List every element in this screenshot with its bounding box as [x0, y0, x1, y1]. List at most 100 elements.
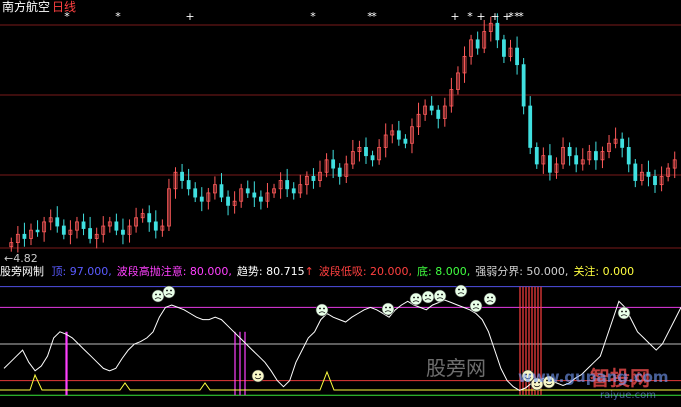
candlestick-series	[9, 13, 677, 253]
face-eye	[491, 296, 493, 299]
watermark-right-small: raiyue.com	[600, 390, 656, 401]
candle-body	[199, 196, 204, 202]
candle-body	[285, 180, 290, 190]
chart-title: 南方航空 日线	[2, 0, 76, 14]
face-circle	[421, 290, 435, 304]
face-circle	[381, 302, 395, 316]
event-marker: *	[310, 10, 316, 23]
candle-body	[548, 155, 552, 173]
indicator-legend: 股旁网制 顶: 97.000, 波段高抛注意: 80.000, 趋势: 80.715…	[0, 265, 681, 279]
period-label: 日线	[52, 0, 77, 14]
candle-body	[226, 196, 230, 206]
event-marker: *	[371, 10, 377, 23]
face-circle	[483, 292, 497, 306]
face-eye	[417, 296, 419, 299]
sad-face-icon	[433, 289, 447, 303]
price-grid	[0, 24, 681, 249]
sad-face-icon	[469, 299, 483, 313]
candle-body	[495, 22, 500, 41]
face-eye	[259, 373, 261, 376]
face-eye	[389, 306, 391, 309]
candle-body	[331, 159, 336, 169]
face-eye	[385, 306, 387, 309]
price-marker-value: 4.82	[13, 252, 38, 265]
candle-body	[534, 147, 539, 165]
candle-body	[593, 151, 598, 161]
sad-face-icon	[454, 284, 468, 298]
candle-body	[55, 217, 60, 227]
sad-face-icon	[409, 292, 423, 306]
legend-item: 强弱分界: 50.000,	[475, 265, 569, 278]
candle-body	[574, 155, 579, 165]
face-eye	[155, 293, 157, 296]
face-circle	[409, 292, 423, 306]
candle-body	[180, 171, 184, 181]
face-eye	[441, 293, 443, 296]
price-marker: ←4.82	[4, 253, 38, 265]
candle-body	[22, 233, 27, 239]
legend-item: 顶: 97.000,	[51, 265, 112, 278]
sad-face-icon	[483, 292, 497, 306]
candle-body	[61, 225, 66, 235]
face-eye	[255, 373, 257, 376]
stock-name: 南方航空	[2, 0, 51, 14]
chart-canvas: * * + * ** + * + + +* **	[0, 10, 681, 396]
face-eye	[487, 296, 489, 299]
event-markers: * * + * ** + * + + +* **	[64, 10, 524, 23]
legend-item: 趋势: 80.715↑	[236, 265, 314, 278]
candle-body	[567, 147, 572, 157]
sad-face-icon	[315, 303, 329, 317]
candle-body	[337, 167, 342, 177]
candle-body	[35, 229, 40, 233]
candle-body	[81, 221, 86, 229]
face-eye	[166, 289, 168, 292]
candle-body	[403, 138, 408, 144]
face-eye	[437, 293, 439, 296]
face-eye	[458, 288, 460, 291]
candle-body	[114, 221, 119, 231]
event-marker: *	[115, 10, 121, 23]
sad-face-icon	[151, 289, 165, 303]
candle-body	[646, 171, 651, 177]
candle-body	[193, 188, 198, 198]
indicator-name: 股旁网制	[0, 265, 44, 278]
candle-body	[633, 163, 638, 181]
candle-body	[364, 147, 368, 157]
event-marker: *	[518, 10, 524, 23]
legend-item: 底: 8.000,	[417, 265, 471, 278]
candle-body	[502, 39, 506, 57]
face-eye	[319, 307, 321, 310]
face-eye	[323, 307, 325, 310]
legend-item: 波段低吸: 20.000,	[318, 265, 413, 278]
trend-arrow: ↑	[304, 265, 314, 278]
indicator-legend-items: 顶: 97.000, 波段高抛注意: 80.000, 趋势: 80.715↑ 波段低吸…	[52, 265, 640, 278]
candle-body	[515, 47, 519, 66]
face-eye	[170, 289, 172, 292]
watermark-right-url: www.gupang.com	[518, 368, 669, 386]
candle-body	[311, 175, 316, 181]
face-circle	[617, 306, 631, 320]
legend-item: 关注: 0.000	[573, 265, 635, 278]
face-circle	[251, 369, 265, 383]
candle-body	[245, 188, 250, 194]
face-eye	[477, 303, 479, 306]
candle-body	[219, 184, 224, 198]
candle-body	[396, 130, 401, 140]
sad-face-icon	[162, 285, 176, 299]
face-circle	[151, 289, 165, 303]
candle-body	[88, 228, 93, 239]
event-marker: +	[476, 10, 485, 23]
face-eye	[413, 296, 415, 299]
face-eye	[621, 310, 623, 313]
candle-body	[521, 64, 526, 107]
smile-face-icon	[251, 369, 265, 383]
candle-body	[121, 229, 125, 235]
candle-body	[528, 105, 533, 148]
event-marker: +	[490, 10, 499, 23]
candle-body	[429, 105, 434, 111]
candle-body	[475, 39, 480, 49]
candle-body	[653, 175, 657, 186]
candle-body	[620, 138, 625, 148]
sad-face-icon	[381, 302, 395, 316]
legend-item: 波段高抛注意: 80.000,	[116, 265, 232, 278]
